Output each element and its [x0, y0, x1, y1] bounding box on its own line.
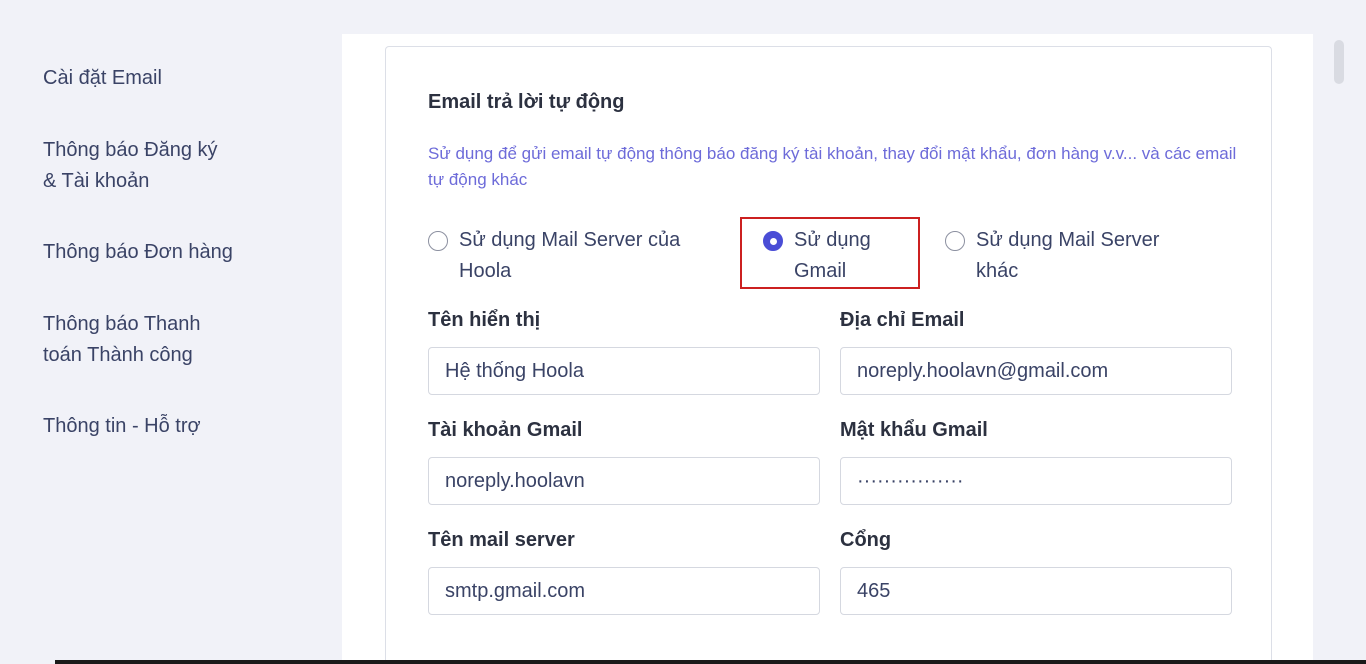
- radio-other-mail-server[interactable]: Sử dụng Mail Server khác: [945, 225, 1159, 287]
- auto-reply-email-card: Email trả lời tự động Sử dụng để gửi ema…: [385, 46, 1272, 664]
- sidebar-item-label: Thông báo Thanh: [43, 313, 201, 335]
- gmail-account-label: Tài khoản Gmail: [428, 419, 583, 441]
- sidebar-item-registration-account-notifications[interactable]: Thông báo Đăng ký & Tài khoản: [43, 135, 283, 197]
- sidebar-item-label: Thông báo Đơn hàng: [43, 241, 233, 263]
- scrollbar-track[interactable]: [1326, 34, 1346, 664]
- radio-checked-icon[interactable]: [763, 231, 783, 251]
- gmail-password-input[interactable]: [840, 457, 1232, 505]
- sidebar-item-info-support[interactable]: Thông tin - Hỗ trợ: [43, 411, 283, 442]
- main-content: Email trả lời tự động Sử dụng để gửi ema…: [342, 34, 1313, 664]
- section-description: Sử dụng để gửi email tự động thông báo đ…: [428, 144, 1237, 189]
- radio-label-line1: Sử dụng Mail Server: [976, 229, 1160, 251]
- sidebar-item-payment-success-notifications[interactable]: Thông báo Thanh toán Thành công: [43, 309, 283, 371]
- email-address-input[interactable]: [840, 347, 1232, 395]
- window-bottom-edge: [55, 660, 1366, 664]
- gmail-account-input[interactable]: [428, 457, 820, 505]
- sidebar: Cài đặt Email Thông báo Đăng ký & Tài kh…: [0, 0, 342, 664]
- radio-label: Sử dụng Gmail: [794, 225, 871, 287]
- sidebar-item-label: Thông tin - Hỗ trợ: [43, 415, 201, 437]
- sidebar-item-label: toán Thành công: [43, 344, 193, 366]
- radio-gmail[interactable]: Sử dụng Gmail: [763, 225, 871, 287]
- email-address-label: Địa chỉ Email: [840, 309, 965, 331]
- radio-label-line2: Hoola: [459, 260, 512, 282]
- radio-unchecked-icon[interactable]: [945, 231, 965, 251]
- sidebar-item-label: Cài đặt Email: [43, 67, 162, 89]
- radio-hoola-mail-server[interactable]: Sử dụng Mail Server của Hoola: [428, 225, 680, 287]
- mail-server-input[interactable]: [428, 567, 820, 615]
- sidebar-item-order-notifications[interactable]: Thông báo Đơn hàng: [43, 237, 283, 268]
- scrollbar-thumb[interactable]: [1334, 40, 1344, 84]
- radio-label-line2: khác: [976, 260, 1019, 282]
- section-title: Email trả lời tự động: [428, 91, 625, 113]
- port-label: Cổng: [840, 529, 892, 551]
- sidebar-item-label: & Tài khoản: [43, 170, 150, 192]
- display-name-label: Tên hiển thị: [428, 309, 541, 331]
- port-input[interactable]: [840, 567, 1232, 615]
- radio-unchecked-icon[interactable]: [428, 231, 448, 251]
- radio-label: Sử dụng Mail Server của Hoola: [459, 225, 680, 287]
- radio-label-line1: Sử dụng: [794, 229, 871, 251]
- sidebar-item-email-settings[interactable]: Cài đặt Email: [43, 63, 283, 94]
- mail-server-label: Tên mail server: [428, 529, 575, 551]
- gmail-password-label: Mật khẩu Gmail: [840, 419, 988, 441]
- radio-label-line1: Sử dụng Mail Server của: [459, 229, 681, 251]
- display-name-input[interactable]: [428, 347, 820, 395]
- sidebar-item-label: Thông báo Đăng ký: [43, 139, 218, 161]
- radio-label: Sử dụng Mail Server khác: [976, 225, 1159, 287]
- radio-label-line2: Gmail: [794, 260, 847, 282]
